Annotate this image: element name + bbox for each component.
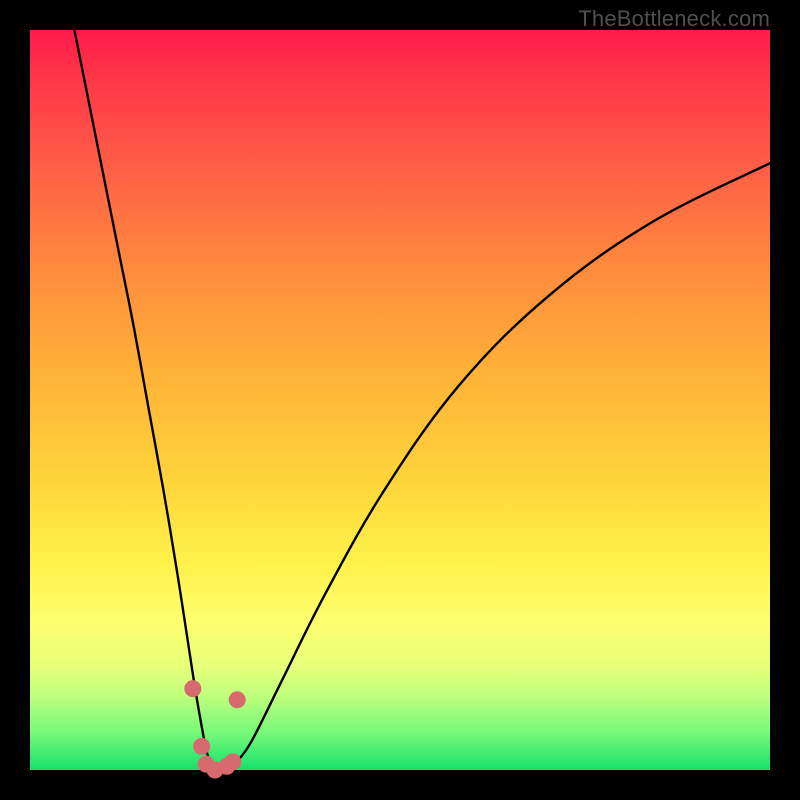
bottleneck-curve — [74, 30, 770, 771]
marker-point — [194, 738, 210, 754]
curve-layer — [30, 30, 770, 770]
marker-point — [225, 754, 241, 770]
chart-frame: TheBottleneck.com — [0, 0, 800, 800]
plot-area — [30, 30, 770, 770]
attribution-text: TheBottleneck.com — [578, 6, 770, 32]
marker-point — [185, 681, 201, 697]
marker-point — [229, 692, 245, 708]
marker-group — [185, 681, 245, 778]
